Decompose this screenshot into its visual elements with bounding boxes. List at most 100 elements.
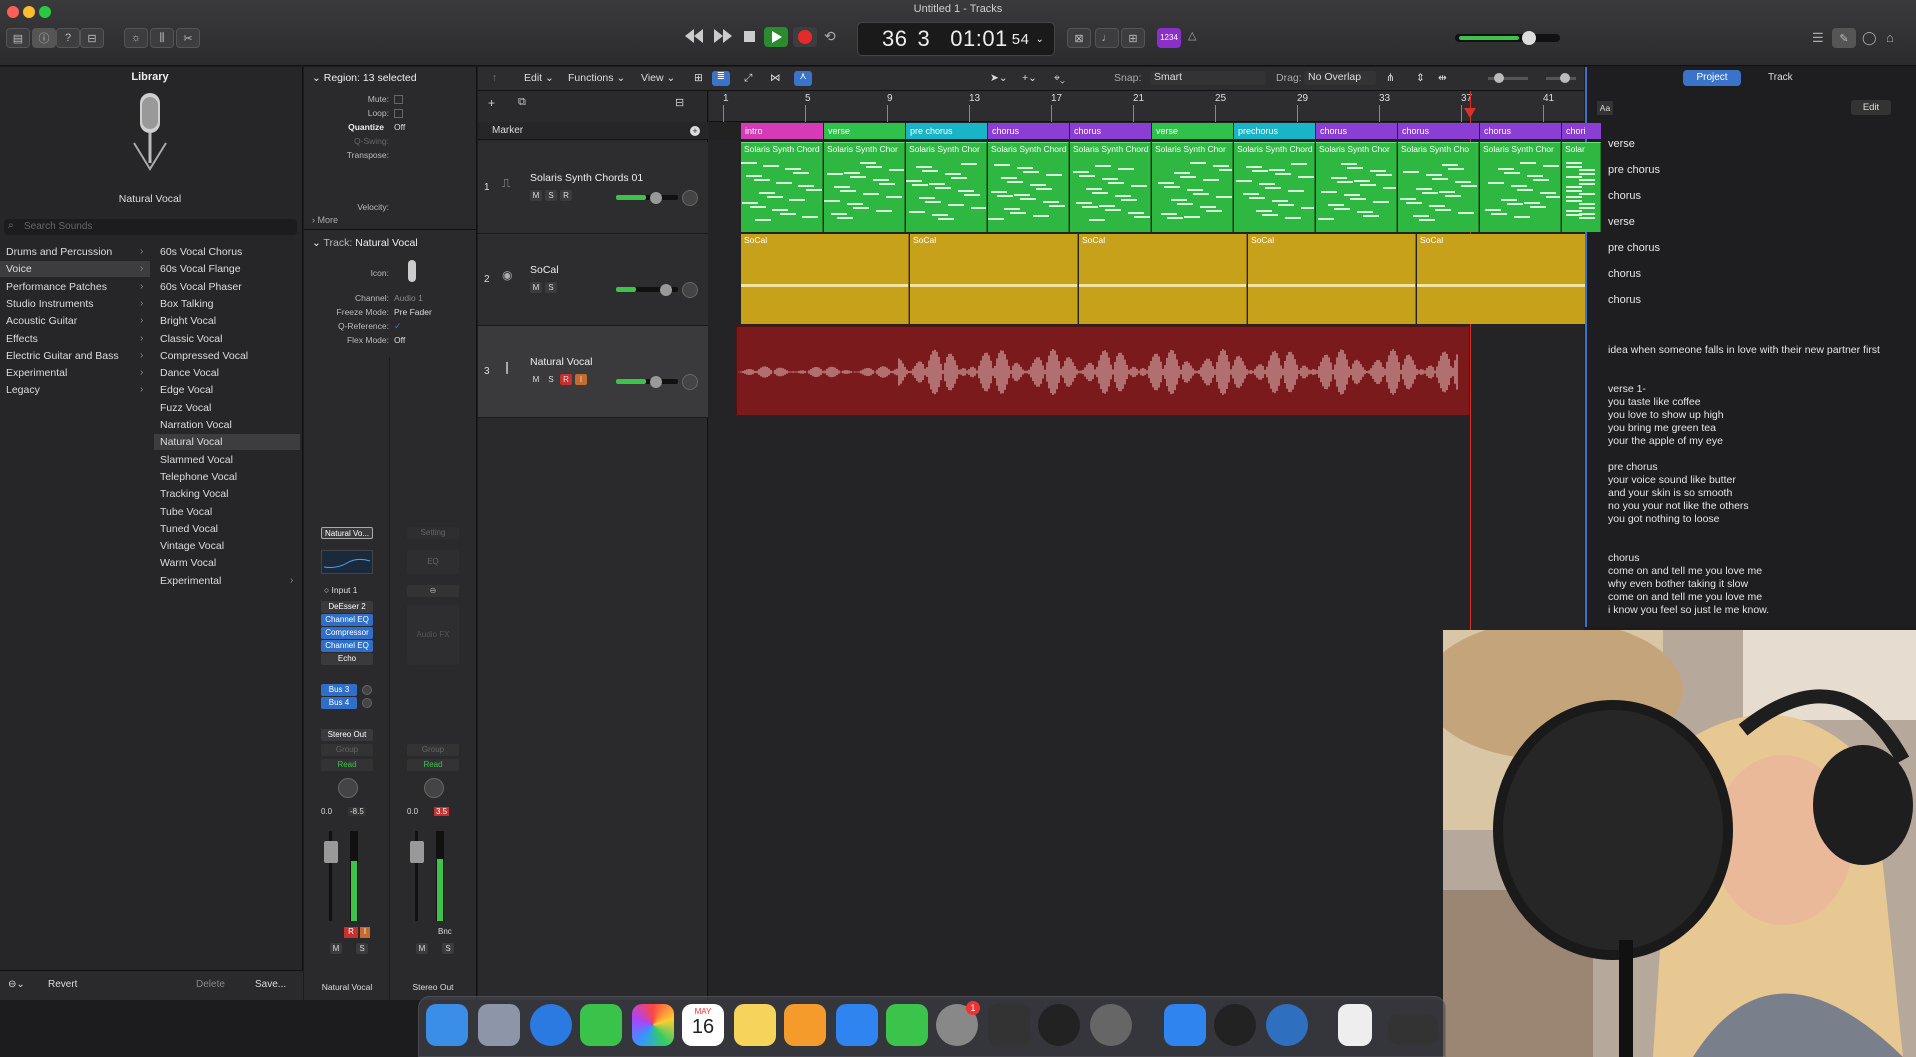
marker[interactable]: chorus bbox=[988, 123, 1069, 139]
strip1-setting-button[interactable]: Natural Vo... bbox=[321, 527, 373, 539]
vertical-zoom-icon[interactable]: ⇕ bbox=[1416, 72, 1425, 84]
library-patch[interactable]: Telephone Vocal bbox=[154, 469, 300, 485]
library-patch[interactable]: 60s Vocal Phaser bbox=[154, 279, 300, 295]
library-category[interactable]: Electric Guitar and Bass › bbox=[0, 348, 150, 364]
facetime-icon[interactable] bbox=[886, 1004, 928, 1046]
track-name[interactable]: Natural Vocal bbox=[530, 356, 592, 368]
stop-icon[interactable] bbox=[744, 31, 755, 42]
track-name[interactable]: SoCal bbox=[530, 264, 559, 276]
track-s-button[interactable]: S bbox=[545, 374, 557, 385]
synth-region[interactable]: Solaris Synth Cho bbox=[1398, 142, 1479, 232]
metronome-icon[interactable]: ♩ bbox=[1095, 28, 1119, 48]
strip1-fader[interactable] bbox=[324, 831, 338, 921]
photos-icon[interactable] bbox=[632, 1004, 674, 1046]
track-r-button[interactable]: R bbox=[560, 374, 572, 385]
library-category[interactable]: Legacy › bbox=[0, 382, 150, 398]
library-patch[interactable]: Warm Vocal bbox=[154, 555, 300, 571]
strip1-group[interactable]: Group bbox=[321, 744, 373, 756]
track-pan-knob[interactable] bbox=[682, 282, 698, 298]
library-patch[interactable]: Fuzz Vocal bbox=[154, 400, 300, 416]
quick-help-icon[interactable]: ? bbox=[56, 28, 80, 48]
library-patch[interactable]: Tuned Vocal bbox=[154, 521, 300, 537]
uad-console-icon[interactable] bbox=[988, 1004, 1030, 1046]
snap-icon[interactable]: ⋏ bbox=[794, 71, 812, 86]
flex-icon[interactable]: ⋈ bbox=[770, 72, 781, 84]
marker[interactable]: chorus bbox=[1316, 123, 1397, 139]
track-name[interactable]: Solaris Synth Chords 01 bbox=[530, 172, 643, 184]
marker[interactable]: chorus bbox=[1398, 123, 1479, 139]
browsers-icon[interactable]: ⌂ bbox=[1886, 30, 1894, 45]
notes-app-icon[interactable] bbox=[734, 1004, 776, 1046]
track-pan-knob[interactable] bbox=[682, 190, 698, 206]
strip1-input[interactable]: ○ Input 1 bbox=[324, 585, 358, 595]
synth-region[interactable]: Solaris Synth Chord bbox=[988, 142, 1069, 232]
editors-icon[interactable]: ✂ bbox=[176, 28, 200, 48]
count-in-icon[interactable]: ⊠ bbox=[1067, 28, 1091, 48]
send-slot[interactable]: Bus 3 bbox=[321, 684, 357, 696]
ruler[interactable]: 1 5 9 13 17 21 25 29 33 37 41 bbox=[709, 91, 1584, 122]
pages-icon[interactable] bbox=[784, 1004, 826, 1046]
rewind-icon[interactable] bbox=[685, 29, 703, 43]
drummer-region[interactable]: SoCal bbox=[1248, 234, 1416, 324]
synth-region[interactable]: Solaris Synth Chor bbox=[1480, 142, 1561, 232]
library-category[interactable]: Studio Instruments › bbox=[0, 296, 150, 312]
drummer-region[interactable]: SoCal bbox=[741, 234, 909, 324]
splice-icon[interactable] bbox=[1214, 1004, 1256, 1046]
marker[interactable]: pre chorus bbox=[906, 123, 987, 139]
playhead-handle[interactable] bbox=[1464, 108, 1476, 118]
track-volume-slider[interactable] bbox=[616, 192, 678, 204]
track-icon-microphone[interactable] bbox=[408, 260, 416, 282]
duplicate-track-icon[interactable]: ⧉ bbox=[518, 96, 526, 109]
pencil-tool-icon[interactable]: +⌄ bbox=[1022, 72, 1037, 84]
mixer-icon[interactable]: ⫼ bbox=[150, 28, 174, 48]
library-patch[interactable]: Vintage Vocal bbox=[154, 538, 300, 554]
strip2-fader[interactable] bbox=[410, 831, 424, 921]
finder-icon[interactable] bbox=[426, 1004, 468, 1046]
library-patch[interactable]: Experimental › bbox=[154, 573, 300, 589]
strip2-audio-fx[interactable]: Audio FX bbox=[407, 605, 459, 665]
track-header[interactable]: ⌄ Track: Natural Vocal bbox=[312, 237, 418, 249]
library-patch[interactable]: Bright Vocal bbox=[154, 313, 300, 329]
global-tracks-icon[interactable]: ⊟ bbox=[675, 96, 684, 109]
library-patch[interactable]: Tracking Vocal bbox=[154, 486, 300, 502]
strip2-automation[interactable]: Read bbox=[407, 759, 459, 771]
loop-browser-icon[interactable]: ◯ bbox=[1862, 30, 1877, 46]
library-patch[interactable]: Box Talking bbox=[154, 296, 300, 312]
synth-region[interactable]: Solaris Synth Chor bbox=[824, 142, 905, 232]
flex-value[interactable]: Off bbox=[394, 335, 405, 345]
library-patch[interactable]: Classic Vocal bbox=[154, 331, 300, 347]
strip1-automation[interactable]: Read bbox=[321, 759, 373, 771]
timesig-button[interactable]: 1234 bbox=[1157, 28, 1181, 48]
save-button[interactable]: Save... bbox=[255, 979, 286, 990]
library-patch[interactable]: Dance Vocal bbox=[154, 365, 300, 381]
synth-region[interactable]: Solaris Synth Chord bbox=[1234, 142, 1315, 232]
messages-icon[interactable] bbox=[580, 1004, 622, 1046]
plugin-slot[interactable]: Channel EQ bbox=[321, 614, 373, 626]
tab-track[interactable]: Track bbox=[1768, 72, 1793, 83]
document-icon[interactable] bbox=[1338, 1004, 1372, 1046]
track-header[interactable]: 3 ❙ Natural Vocal M S R I bbox=[478, 326, 708, 418]
library-category[interactable]: Experimental › bbox=[0, 365, 150, 381]
track-header[interactable]: 2 ◉ SoCal M S bbox=[478, 234, 708, 326]
smart-controls-icon[interactable]: ☼ bbox=[124, 28, 148, 48]
track-header[interactable]: 1 ⎍ Solaris Synth Chords 01 M S R bbox=[478, 142, 708, 234]
pointer-tool-icon[interactable]: ➤⌄ bbox=[990, 72, 1008, 84]
toolbar-toggle-icon[interactable]: ⊟ bbox=[80, 28, 104, 48]
tuner-icon[interactable]: ⊞ bbox=[1121, 28, 1145, 48]
app-store-icon[interactable] bbox=[836, 1004, 878, 1046]
track-m-button[interactable]: M bbox=[530, 190, 542, 201]
strip2-pan-knob[interactable] bbox=[424, 778, 444, 798]
record-button[interactable] bbox=[793, 27, 817, 47]
track-m-button[interactable]: M bbox=[530, 282, 542, 293]
library-category[interactable]: Performance Patches › bbox=[0, 279, 150, 295]
mail-icon[interactable] bbox=[1164, 1004, 1206, 1046]
track-s-button[interactable]: S bbox=[545, 190, 557, 201]
vocal-region[interactable] bbox=[736, 326, 1470, 416]
marker[interactable]: chorus bbox=[1480, 123, 1561, 139]
synth-region[interactable]: Solaris Synth Chord bbox=[741, 142, 823, 232]
back-arrow-icon[interactable]: ↑ bbox=[492, 72, 497, 84]
strip1-mute[interactable]: M bbox=[330, 943, 342, 954]
strip1-pan-knob[interactable] bbox=[338, 778, 358, 798]
more-disclosure[interactable]: › More bbox=[312, 215, 338, 225]
library-patch[interactable]: Tube Vocal bbox=[154, 504, 300, 520]
